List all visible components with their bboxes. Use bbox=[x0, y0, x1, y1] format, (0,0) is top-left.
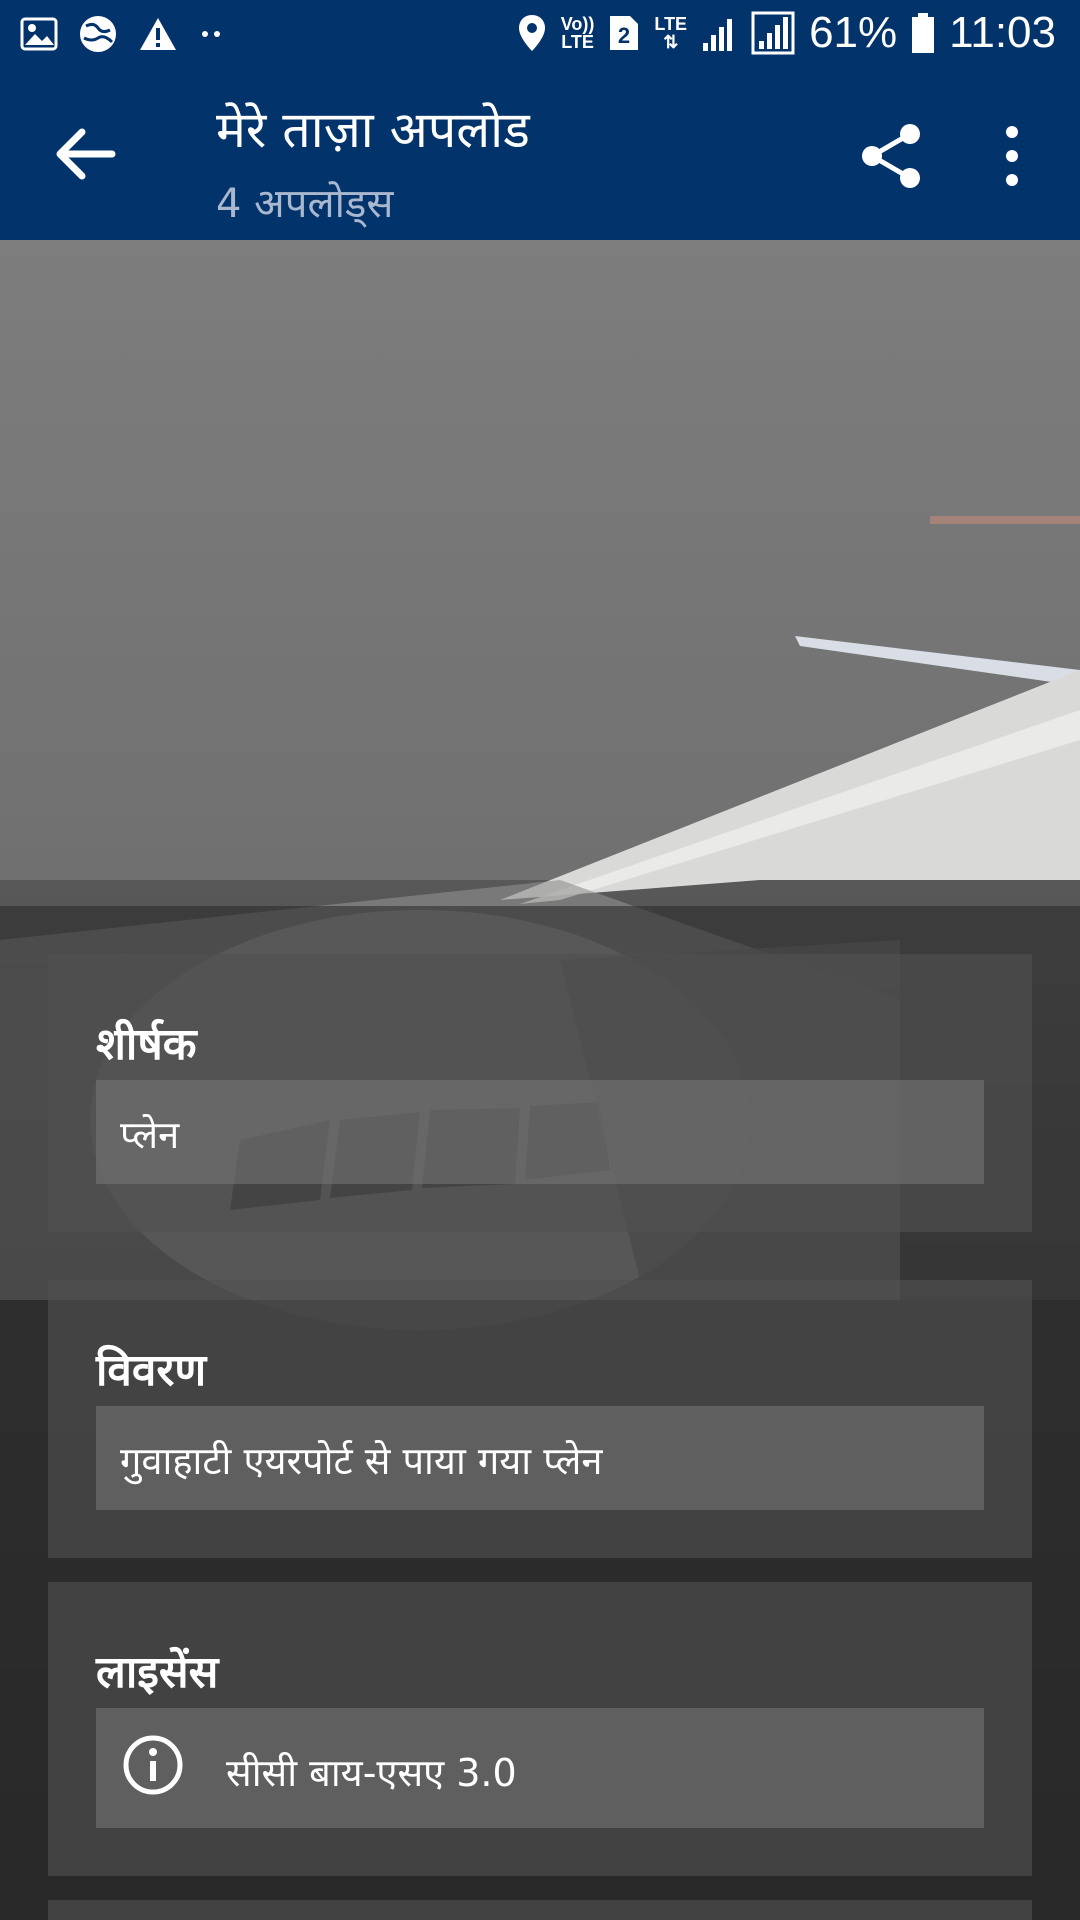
more-vert-icon bbox=[1006, 126, 1018, 186]
clock: 11:03 bbox=[949, 8, 1056, 57]
warning-icon bbox=[140, 18, 176, 50]
description-label: विवरण bbox=[96, 1345, 207, 1396]
status-bar: Vo)) LTE 2 LTE ⇅ 61% 11:03 bbox=[0, 0, 1080, 72]
battery-percent: 61% bbox=[809, 8, 898, 57]
globe-icon bbox=[78, 14, 118, 54]
back-button[interactable] bbox=[50, 118, 122, 190]
license-value: सीसी बाय-एसए 3.0 bbox=[226, 1751, 517, 1795]
signal-full-icon bbox=[751, 11, 795, 55]
more-dots-icon bbox=[202, 31, 220, 37]
title-card: शीर्षक प्लेन bbox=[48, 954, 1032, 1232]
battery-icon bbox=[912, 13, 935, 53]
description-card: विवरण गुवाहाटी एयरपोर्ट से पाया गया प्ले… bbox=[48, 1280, 1032, 1558]
share-button[interactable] bbox=[856, 120, 928, 192]
title-value: प्लेन bbox=[120, 1113, 180, 1157]
arrow-back-icon bbox=[56, 128, 116, 180]
title-label: शीर्षक bbox=[96, 1019, 197, 1070]
description-field[interactable]: गुवाहाटी एयरपोर्ट से पाया गया प्लेन bbox=[96, 1406, 984, 1510]
share-icon bbox=[862, 124, 920, 188]
description-value: गुवाहाटी एयरपोर्ट से पाया गया प्लेन bbox=[120, 1439, 603, 1483]
license-card: लाइसेंस सीसी बाय-एसए 3.0 bbox=[48, 1582, 1032, 1876]
license-field[interactable]: सीसी बाय-एसए 3.0 bbox=[96, 1708, 984, 1828]
page-subtitle: 4 अपलोड्स bbox=[216, 181, 394, 227]
app-bar: मेरे ताज़ा अपलोड 4 अपलोड्स bbox=[0, 72, 1080, 240]
next-card bbox=[48, 1900, 1032, 1920]
volte-icon: Vo)) LTE bbox=[560, 14, 595, 52]
license-label: लाइसेंस bbox=[96, 1647, 219, 1698]
location-icon bbox=[518, 15, 545, 51]
sim-2-icon: 2 bbox=[610, 16, 639, 50]
svg-text:2: 2 bbox=[618, 23, 630, 48]
more-options-button[interactable] bbox=[990, 120, 1034, 192]
signal-icon bbox=[703, 19, 733, 51]
title-field[interactable]: प्लेन bbox=[96, 1080, 984, 1184]
page-title: मेरे ताज़ा अपलोड bbox=[216, 101, 530, 159]
gallery-icon bbox=[20, 17, 58, 51]
lte-icon: LTE ⇅ bbox=[654, 14, 688, 52]
info-icon[interactable] bbox=[122, 1734, 184, 1796]
